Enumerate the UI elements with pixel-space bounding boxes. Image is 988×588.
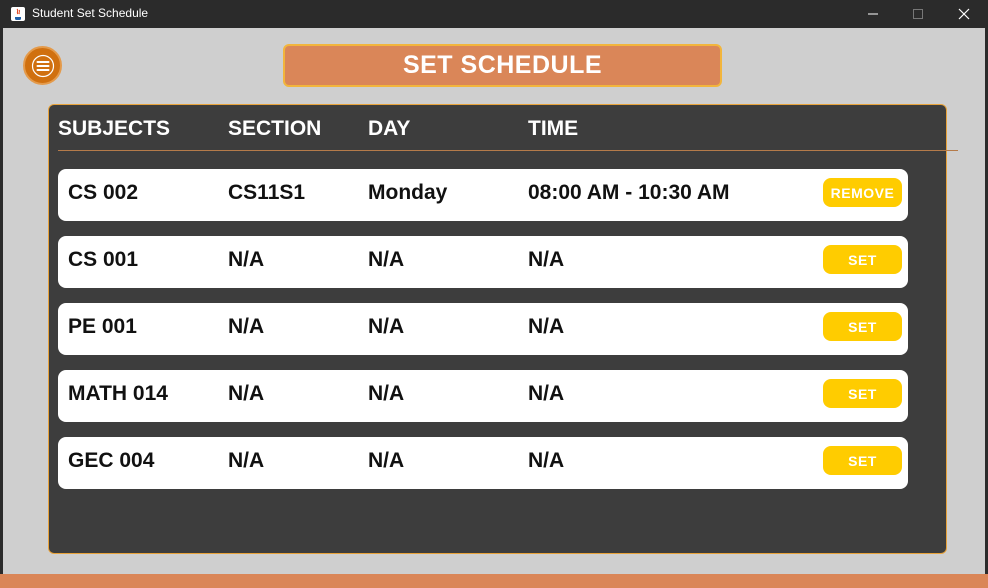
time-cell: N/A <box>528 315 565 338</box>
day-cell: N/A <box>368 315 405 338</box>
section-cell: N/A <box>228 248 265 271</box>
day-cell: N/A <box>368 382 405 405</box>
day-cell: N/A <box>368 449 405 472</box>
day-cell: Monday <box>368 181 448 204</box>
header-divider <box>58 150 958 151</box>
time-cell: N/A <box>528 248 565 271</box>
set-button[interactable]: SET <box>823 446 902 475</box>
column-header-time: TIME <box>528 117 579 140</box>
set-button[interactable]: SET <box>823 312 902 341</box>
section-cell: N/A <box>228 315 265 338</box>
subject-cell: MATH 014 <box>68 382 168 405</box>
subject-cell: CS 001 <box>68 248 139 271</box>
table-row: PE 001 N/A N/A N/A SET <box>58 303 908 355</box>
section-cell: N/A <box>228 382 265 405</box>
section-cell: CS11S1 <box>228 181 306 204</box>
time-cell: N/A <box>528 382 565 405</box>
column-header-subjects: SUBJECTS <box>58 117 171 140</box>
time-cell: 08:00 AM - 10:30 AM <box>528 181 730 204</box>
table-row: CS 001 N/A N/A N/A SET <box>58 236 908 288</box>
remove-button[interactable]: REMOVE <box>823 178 902 207</box>
java-app-icon <box>10 6 26 22</box>
window-titlebar: Student Set Schedule <box>0 0 988 28</box>
subject-cell: CS 002 <box>68 181 139 204</box>
maximize-button[interactable] <box>895 0 941 28</box>
section-cell: N/A <box>228 449 265 472</box>
table-row: GEC 004 N/A N/A N/A SET <box>58 437 908 489</box>
table-row: MATH 014 N/A N/A N/A SET <box>58 370 908 422</box>
footer-bar <box>0 574 988 588</box>
column-header-section: SECTION <box>228 117 322 140</box>
minimize-button[interactable] <box>850 0 896 28</box>
hamburger-menu-icon <box>31 54 54 77</box>
column-header-day: DAY <box>368 117 411 140</box>
set-button[interactable]: SET <box>823 245 902 274</box>
close-button[interactable] <box>941 0 987 28</box>
schedule-panel: SUBJECTS SECTION DAY TIME CS 002 CS11S1 … <box>48 104 958 554</box>
time-cell: N/A <box>528 449 565 472</box>
window-title: Student Set Schedule <box>32 6 149 20</box>
subject-cell: GEC 004 <box>68 449 155 472</box>
set-button[interactable]: SET <box>823 379 902 408</box>
day-cell: N/A <box>368 248 405 271</box>
subject-cell: PE 001 <box>68 315 137 338</box>
page-title: SET SCHEDULE <box>283 44 722 87</box>
menu-button[interactable] <box>23 46 62 85</box>
table-row: CS 002 CS11S1 Monday 08:00 AM - 10:30 AM… <box>58 169 908 221</box>
